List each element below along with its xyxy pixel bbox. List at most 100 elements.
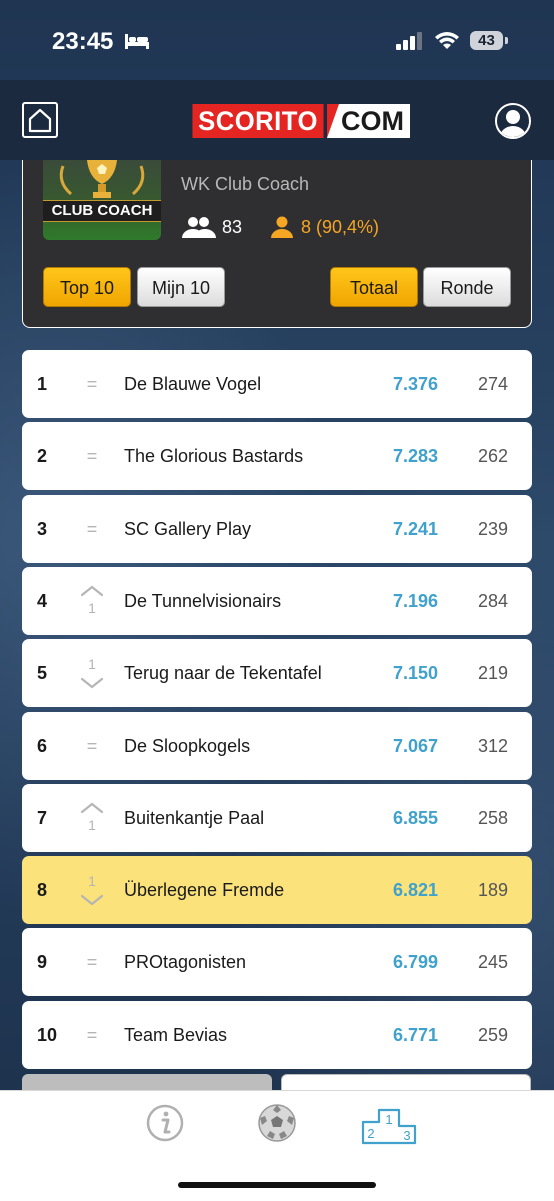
total-points: 6.799 xyxy=(392,952,438,972)
team-name: Überlegene Fremde xyxy=(124,880,285,900)
round-points: 258 xyxy=(477,808,508,828)
rank-change: 1 xyxy=(78,639,106,707)
battery-level: 43 xyxy=(470,31,503,50)
team-name: SC Gallery Play xyxy=(124,519,252,539)
team-name: PROtagonisten xyxy=(124,952,247,972)
badge-label: CLUB COACH xyxy=(43,200,161,222)
battery-indicator: 43 xyxy=(470,31,510,51)
rank-number: 3 xyxy=(37,519,48,539)
logo-slash xyxy=(327,104,340,138)
rank-change: 1 xyxy=(78,784,106,852)
ranking-row[interactable]: 6 = De Sloopkogels 7.067 312 xyxy=(22,712,532,780)
rank-change-amount: 1 xyxy=(88,656,96,672)
home-button[interactable] xyxy=(22,102,58,138)
rank-change: 1 xyxy=(78,567,106,635)
my-position-icon xyxy=(271,216,293,238)
team-name: The Glorious Bastards xyxy=(124,446,304,466)
ronde-button[interactable]: Ronde xyxy=(423,267,511,307)
rank-change: = xyxy=(78,350,106,418)
rank-unchanged: = xyxy=(86,952,98,972)
ranking-row[interactable]: 9 = PROtagonisten 6.799 245 xyxy=(22,928,532,996)
top10-button[interactable]: Top 10 xyxy=(43,267,131,307)
chevron-down-icon xyxy=(80,894,104,906)
rank-change: = xyxy=(78,495,106,563)
logo-text-left: SCORITO xyxy=(192,104,324,138)
rank-unchanged: = xyxy=(86,446,98,466)
total-points: 7.241 xyxy=(392,519,438,539)
team-name: Team Bevias xyxy=(124,1025,228,1045)
team-name: De Tunnelvisionairs xyxy=(124,591,282,611)
ranking-row[interactable]: 4 1 De Tunnelvisionairs 7.196 284 xyxy=(22,567,532,635)
tab-game[interactable] xyxy=(255,1101,299,1145)
cell-signal-icon xyxy=(396,32,422,50)
total-points: 7.150 xyxy=(392,663,438,683)
ranking-row[interactable]: 5 1 Terug naar de Tekentafel 7.150 219 xyxy=(22,639,532,707)
rank-number: 8 xyxy=(37,880,48,900)
my-position: 8 (90,4%) xyxy=(301,217,380,237)
soccer-ball-icon xyxy=(258,1104,296,1142)
round-points: 239 xyxy=(477,519,508,539)
profile-button[interactable] xyxy=(495,103,531,139)
rank-change: = xyxy=(78,1001,106,1069)
team-name: De Sloopkogels xyxy=(124,736,251,756)
rank-unchanged: = xyxy=(86,519,98,539)
rank-change: = xyxy=(78,928,106,996)
rank-unchanged: = xyxy=(86,1025,98,1045)
players-icon xyxy=(182,217,216,238)
rank-change-amount: 1 xyxy=(88,873,96,889)
trophy-icon xyxy=(59,160,145,198)
logo-text-right: COM xyxy=(339,104,411,138)
podium-icon: 1 2 3 xyxy=(361,1108,417,1145)
ranking-row[interactable]: 3 = SC Gallery Play 7.241 239 xyxy=(22,495,532,563)
status-bar: 23:45 43 xyxy=(0,0,554,80)
app-header: SCORITO COM xyxy=(0,80,554,160)
ranking-row[interactable]: 2 = The Glorious Bastards 7.283 262 xyxy=(22,422,532,490)
rank-number: 2 xyxy=(37,446,48,466)
game-info-card: CLUB COACH WK Club Coach 83 8 (90,4%) To… xyxy=(22,160,532,328)
total-points: 7.196 xyxy=(392,591,438,611)
players-count: 83 xyxy=(222,217,243,237)
total-points: 7.067 xyxy=(392,736,438,756)
mijn10-button[interactable]: Mijn 10 xyxy=(137,267,225,307)
tab-info[interactable] xyxy=(143,1101,187,1145)
chevron-down-icon xyxy=(80,677,104,689)
rank-unchanged: = xyxy=(86,736,98,756)
rank-number: 1 xyxy=(37,374,48,394)
total-points: 6.821 xyxy=(392,880,438,900)
rank-number: 5 xyxy=(37,663,48,683)
ranking-row[interactable]: 8 1 Überlegene Fremde 6.821 189 xyxy=(22,856,532,924)
status-time: 23:45 xyxy=(52,28,114,55)
round-points: 219 xyxy=(477,663,508,683)
user-icon xyxy=(500,110,526,137)
total-points: 7.283 xyxy=(392,446,438,466)
totaal-button[interactable]: Totaal xyxy=(330,267,418,307)
rank-unchanged: = xyxy=(86,374,98,394)
rank-number: 9 xyxy=(37,952,48,972)
wifi-icon xyxy=(435,32,459,49)
rank-change-amount: 1 xyxy=(88,600,96,616)
ranking-row[interactable]: 7 1 Buitenkantje Paal 6.855 258 xyxy=(22,784,532,852)
chevron-up-icon xyxy=(80,585,104,597)
home-icon xyxy=(28,108,52,133)
rank-number: 10 xyxy=(37,1025,58,1045)
rank-change-amount: 1 xyxy=(88,817,96,833)
round-points: 284 xyxy=(477,591,508,611)
rank-number: 6 xyxy=(37,736,48,756)
ranking-row[interactable]: 10 = Team Bevias 6.771 259 xyxy=(22,1001,532,1069)
team-name: De Blauwe Vogel xyxy=(124,374,262,394)
scorito-logo: SCORITO COM xyxy=(189,104,411,138)
home-indicator xyxy=(178,1182,376,1188)
battery-tip xyxy=(505,37,508,44)
team-name: Terug naar de Tekentafel xyxy=(124,663,322,683)
rank-change: = xyxy=(78,422,106,490)
game-title: WK Club Coach xyxy=(181,174,310,194)
round-points: 312 xyxy=(477,736,508,756)
round-points: 274 xyxy=(477,374,508,394)
round-points: 189 xyxy=(477,880,508,900)
round-points: 262 xyxy=(477,446,508,466)
total-points: 6.855 xyxy=(392,808,438,828)
ranking-row[interactable]: 1 = De Blauwe Vogel 7.376 274 xyxy=(22,350,532,418)
tab-ranking[interactable]: 1 2 3 xyxy=(360,1101,418,1145)
info-icon xyxy=(146,1104,184,1142)
total-points: 7.376 xyxy=(392,374,438,394)
